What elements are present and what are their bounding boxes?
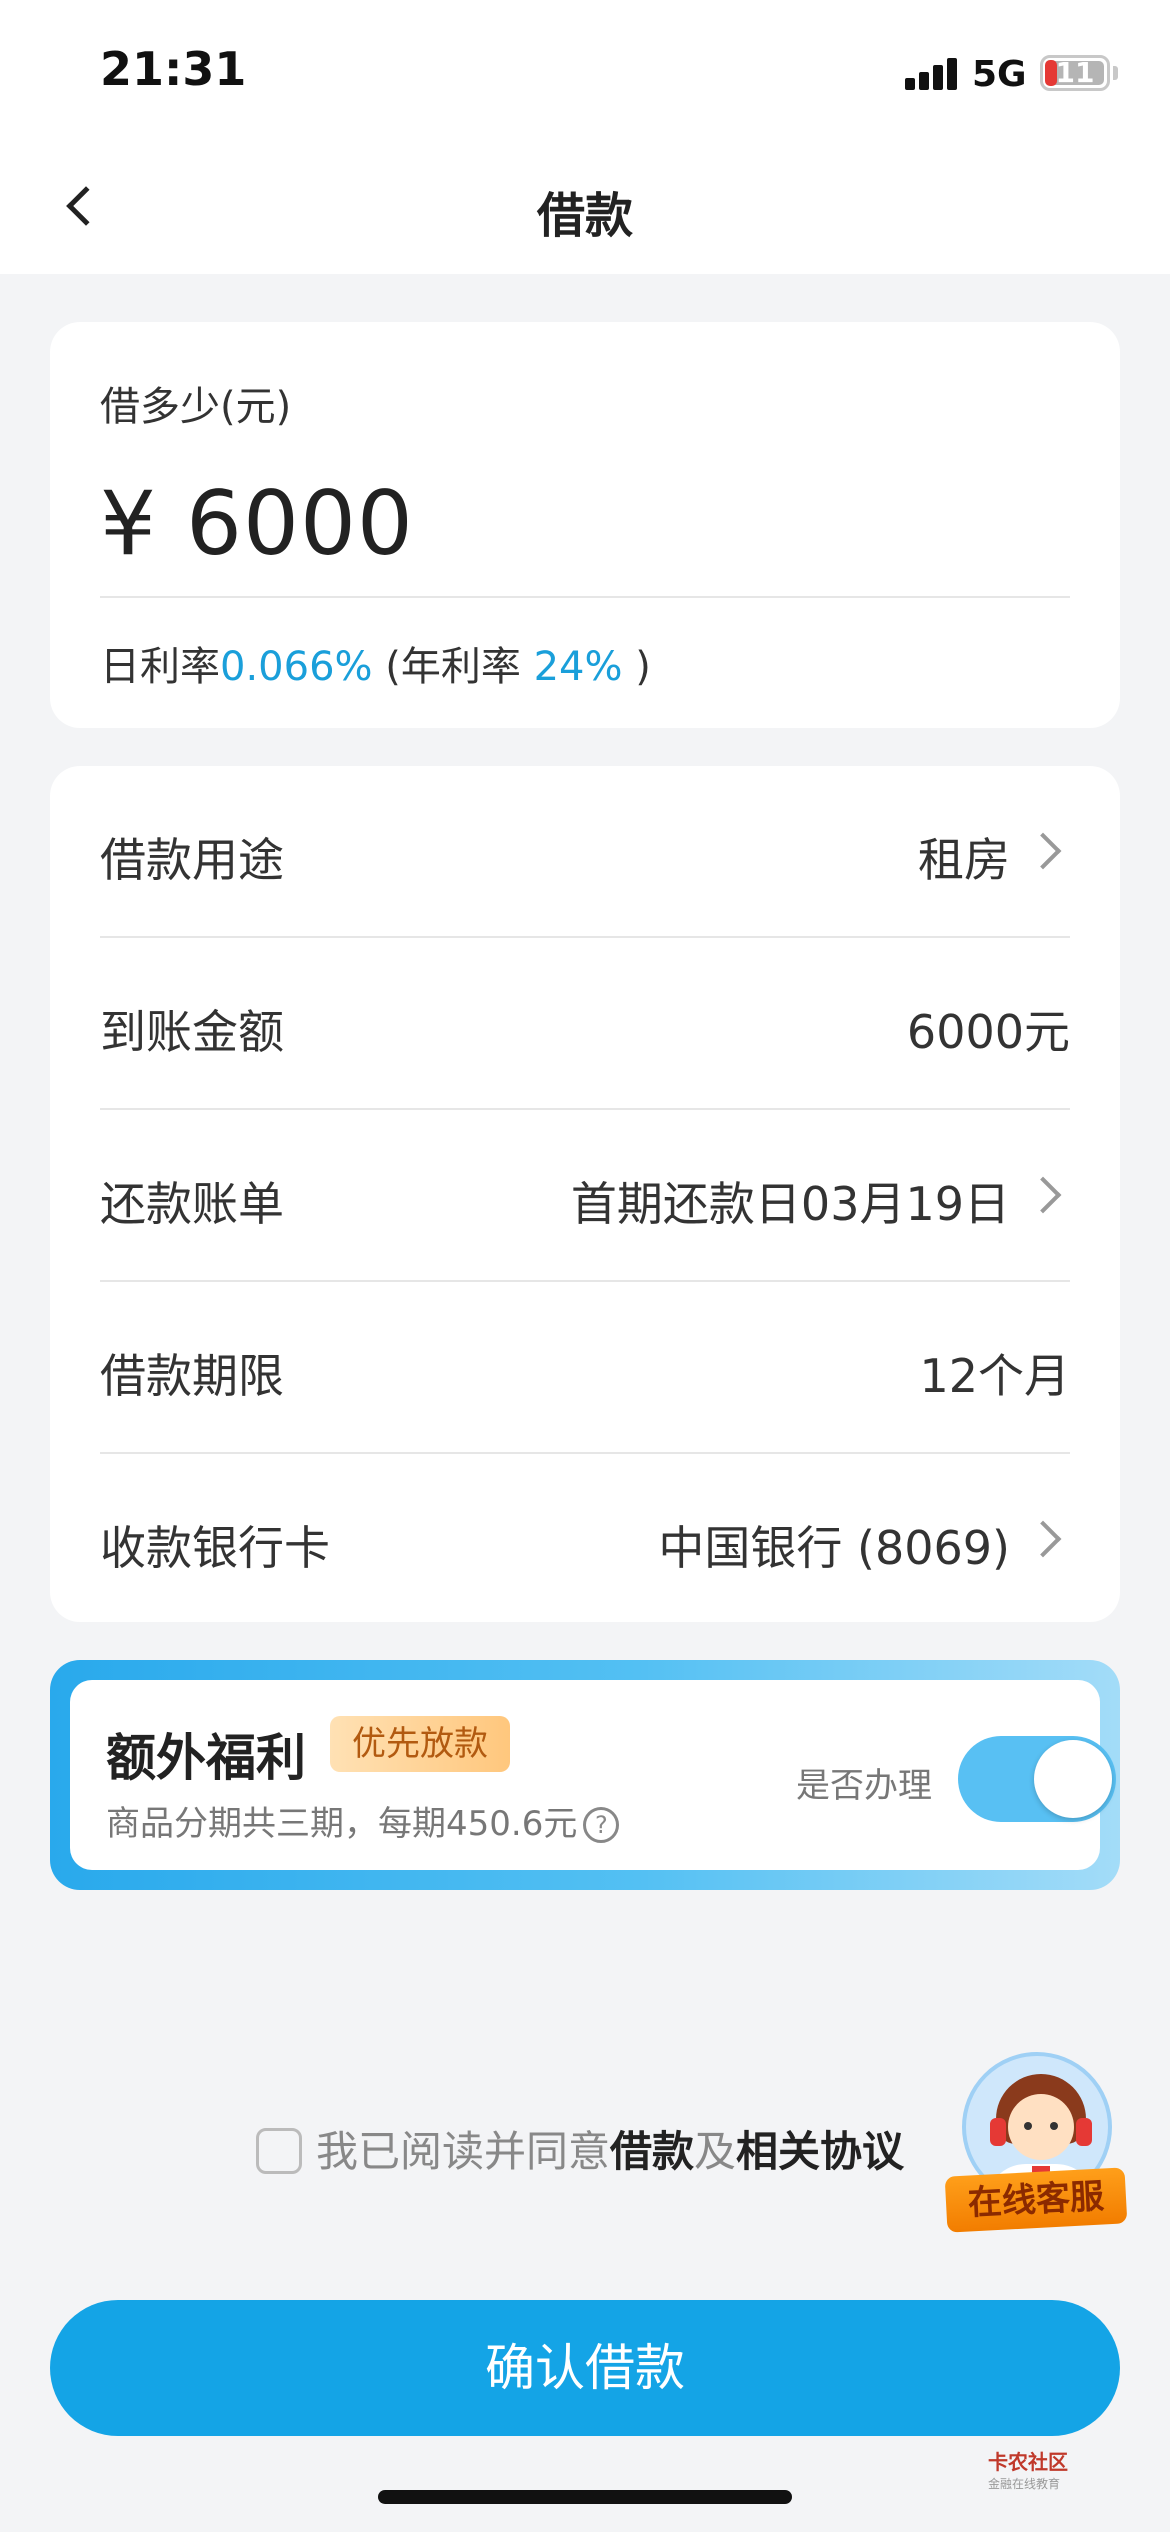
annual-rate-label: (年利率 [372, 644, 534, 690]
status-time: 21:31 [100, 42, 247, 96]
agreement-line: 我已阅读并同意借款及相关协议 [256, 2118, 904, 2179]
agreement-checkbox[interactable] [256, 2128, 302, 2174]
agreement-middle: 及 [694, 2127, 737, 2176]
chevron-right-icon [1024, 1520, 1062, 1558]
daily-rate-label: 日利率 [100, 644, 220, 690]
related-agreement-link[interactable]: 相关协议 [736, 2127, 904, 2176]
network-label: 5G [972, 54, 1027, 95]
battery-icon: 11 [1040, 55, 1110, 91]
amount-label: 借多少(元) [100, 384, 292, 430]
divider [100, 596, 1070, 598]
purpose-row[interactable]: 借款用途 租房 [100, 766, 1070, 938]
benefit-title: 额外福利 [106, 1729, 306, 1787]
bank-card-row[interactable]: 收款银行卡 中国银行 (8069) [100, 1454, 1070, 1626]
benefit-subtitle-text: 商品分期共三期，每期450.6元 [106, 1804, 578, 1844]
toggle-label: 是否办理 [796, 1766, 932, 1806]
annual-rate-suffix: ) [622, 644, 651, 690]
nav-bar: 借款 [0, 140, 1170, 274]
benefit-subtitle: 商品分期共三期，每期450.6元? [106, 1796, 620, 1845]
purpose-label: 借款用途 [100, 833, 284, 887]
received-amount-row: 到账金额 6000元 [100, 938, 1070, 1110]
bank-card-label: 收款银行卡 [100, 1521, 330, 1575]
repayment-bill-value: 首期还款日03月19日 [570, 1177, 1010, 1231]
extra-benefit-card: 额外福利 优先放款 商品分期共三期，每期450.6元? 是否办理 [50, 1660, 1120, 1890]
watermark-logo: 卡农社区 金融在线教育 [988, 2450, 1068, 2491]
received-amount-value: 6000元 [906, 1005, 1070, 1059]
home-indicator[interactable] [378, 2490, 792, 2504]
amount-card: 借多少(元) ¥ 6000 日利率0.066% (年利率 24% ) [50, 322, 1120, 728]
customer-service-button[interactable]: 在线客服 [944, 2046, 1128, 2242]
repayment-bill-row[interactable]: 还款账单 首期还款日03月19日 [100, 1110, 1070, 1282]
repayment-bill-label: 还款账单 [100, 1177, 284, 1231]
priority-tag: 优先放款 [330, 1716, 510, 1772]
customer-service-label: 在线客服 [944, 2167, 1128, 2233]
help-icon[interactable]: ? [583, 1807, 620, 1843]
agreement-prefix: 我已阅读并同意 [316, 2127, 611, 2176]
annual-rate-value: 24% [533, 644, 623, 690]
chevron-right-icon [1024, 1176, 1062, 1214]
amount-input[interactable]: ¥ 6000 [100, 472, 414, 575]
loan-agreement-link[interactable]: 借款 [610, 2127, 694, 2176]
battery-level: 11 [1055, 56, 1095, 89]
purpose-value: 租房 [918, 833, 1010, 887]
loan-details-card: 借款用途 租房 到账金额 6000元 还款账单 首期还款日03月19日 借款期限… [50, 766, 1120, 1622]
bank-card-value: 中国银行 (8069) [658, 1521, 1010, 1575]
toggle-knob [1034, 1740, 1112, 1818]
received-amount-label: 到账金额 [100, 1005, 284, 1059]
confirm-loan-button[interactable]: 确认借款 [50, 2300, 1120, 2436]
benefit-toggle[interactable] [958, 1736, 1116, 1822]
loan-term-label: 借款期限 [100, 1349, 284, 1403]
status-bar: 21:31 5G 11 [0, 0, 1170, 140]
page-title: 借款 [536, 188, 633, 244]
chevron-right-icon [1024, 832, 1062, 870]
loan-term-value: 12个月 [919, 1349, 1070, 1403]
daily-rate-value: 0.066% [220, 644, 373, 690]
interest-rate-line: 日利率0.066% (年利率 24% ) [100, 634, 651, 692]
loan-term-row: 借款期限 12个月 [100, 1282, 1070, 1454]
signal-icon [905, 56, 959, 90]
